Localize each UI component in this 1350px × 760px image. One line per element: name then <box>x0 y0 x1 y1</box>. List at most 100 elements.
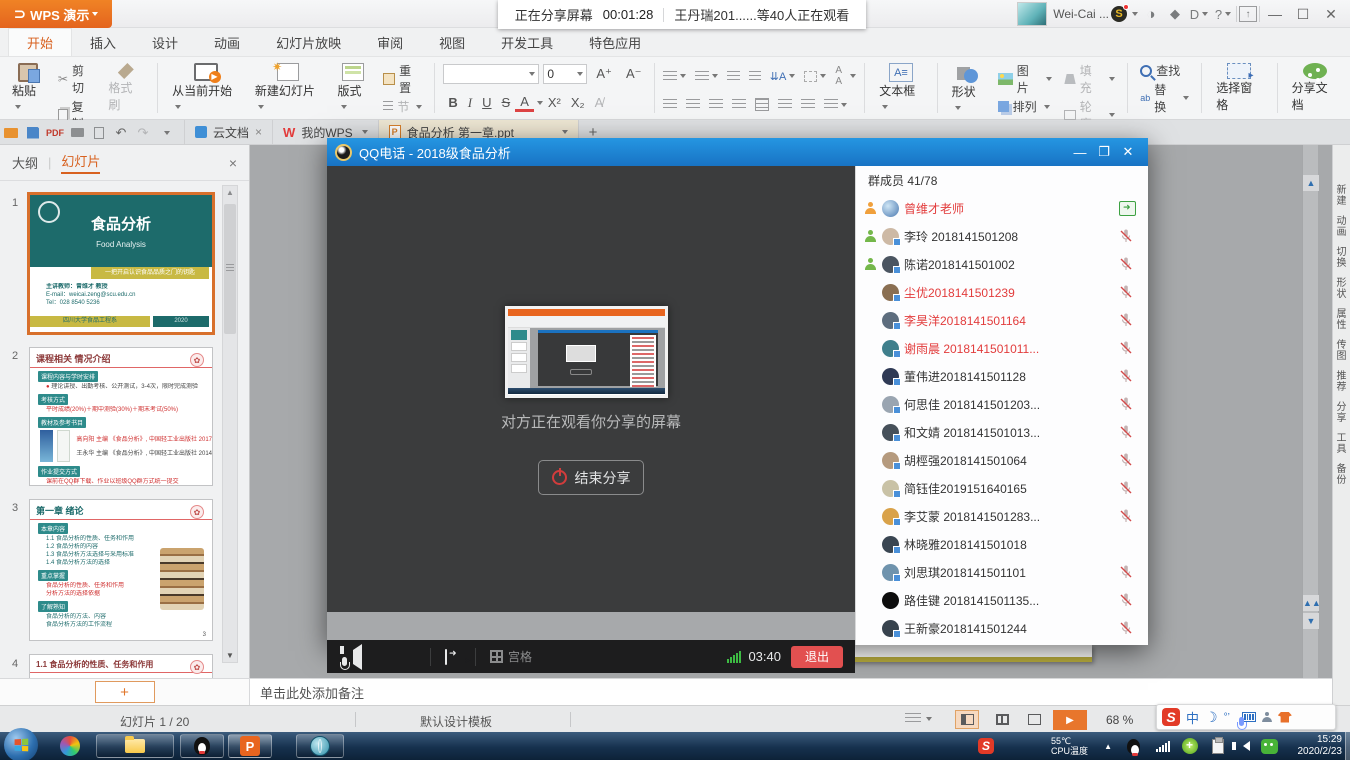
subscript-button[interactable]: X₂ <box>566 95 590 110</box>
tray-clipboard-icon[interactable] <box>1212 732 1224 760</box>
user-menu-caret[interactable] <box>1132 12 1138 16</box>
sidebar-item-recommend[interactable]: 推荐 <box>1335 371 1349 393</box>
next-slide-icon[interactable]: ▼ <box>1303 613 1319 629</box>
muted-mic-icon[interactable] <box>1118 508 1134 524</box>
maximize-button[interactable]: ☐ <box>1290 4 1316 24</box>
print-preview-icon[interactable] <box>88 120 110 145</box>
grid-view-button[interactable]: 宫格 <box>490 648 532 665</box>
sidebar-item-shape[interactable]: 形状 <box>1335 278 1349 300</box>
upload-icon[interactable]: ↑ <box>1239 6 1257 22</box>
normal-view-button[interactable] <box>955 710 979 729</box>
shrink-font-button[interactable]: A⁻ <box>621 66 647 82</box>
tray-network-icon[interactable] <box>1156 732 1170 760</box>
taskbar-qq[interactable] <box>180 734 224 758</box>
muted-mic-icon[interactable] <box>1118 452 1134 468</box>
member-diamond-icon[interactable]: ◆ <box>1164 4 1186 24</box>
member-row[interactable]: 路佳键 2018141501135... <box>856 586 1148 614</box>
font-size-combo[interactable]: 0 <box>543 64 587 84</box>
tray-volume-icon[interactable] <box>1243 732 1250 760</box>
tray-wechat-icon[interactable] <box>1261 732 1278 760</box>
start-button[interactable] <box>4 728 38 760</box>
member-row[interactable]: 李昊洋2018141501164 <box>856 306 1148 334</box>
prev-slide-icon[interactable]: ▲▲ <box>1303 595 1319 611</box>
muted-mic-icon[interactable] <box>1118 564 1134 580</box>
tray-expand-icon[interactable]: ▲ <box>1104 732 1112 760</box>
panel-close-icon[interactable]: × <box>229 155 237 171</box>
increase-indent-button[interactable] <box>749 71 761 82</box>
qq-minimize-button[interactable]: — <box>1068 143 1092 161</box>
close-tab-icon[interactable]: × <box>255 125 262 139</box>
end-share-button[interactable]: 结束分享 <box>538 460 644 495</box>
clear-format-button[interactable]: A̸ <box>590 95 609 110</box>
cut-button[interactable]: ✂剪切 <box>54 61 99 97</box>
undo-icon[interactable]: ↶ <box>110 120 132 145</box>
redo-icon[interactable]: ↷ <box>132 120 154 145</box>
member-row[interactable]: 王新豪2018141501244 <box>856 614 1148 642</box>
taskbar-globe-app[interactable] <box>296 734 344 758</box>
show-desktop-button[interactable] <box>1345 732 1350 760</box>
save-icon[interactable] <box>22 120 44 145</box>
close-button[interactable]: ✕ <box>1318 4 1344 24</box>
taskbar-explorer[interactable] <box>96 734 174 758</box>
share-doc-button[interactable]: 分享文档 <box>1286 61 1344 115</box>
sidebar-item-transition[interactable]: 切换 <box>1335 247 1349 269</box>
print-icon[interactable] <box>66 120 88 145</box>
member-row[interactable]: 和文婧 2018141501013... <box>856 418 1148 446</box>
scroll-up-icon[interactable]: ▲ <box>223 188 237 197</box>
slide-thumbnail-3[interactable]: 第一章 绪论✿ 本章内容 1.1 食品分析的性质、任务和作用 1.2 食品分析的… <box>30 500 212 640</box>
zoom-level[interactable]: 68 % <box>1106 713 1133 727</box>
char-scale-button[interactable]: A A <box>835 65 856 87</box>
sidebar-item-animation[interactable]: 动画 <box>1335 216 1349 238</box>
align-center-button[interactable] <box>686 99 700 110</box>
sidebar-item-properties[interactable]: 属性 <box>1335 309 1349 331</box>
new-slide-button[interactable]: ✷ 新建幻灯片 <box>249 61 328 115</box>
sidebar-item-new[interactable]: 新建 <box>1335 185 1349 207</box>
member-row[interactable]: 何思佳 2018141501203... <box>856 390 1148 418</box>
muted-mic-icon[interactable] <box>1118 368 1134 384</box>
slide-sorter-button[interactable] <box>990 710 1014 729</box>
align-right-button[interactable] <box>709 99 723 110</box>
sogou-logo-icon[interactable]: S <box>1162 708 1180 726</box>
sidebar-item-backup[interactable]: 备份 <box>1335 464 1349 486</box>
textbox-button[interactable]: A≡ 文本框 <box>873 61 928 115</box>
quickbar-caret[interactable] <box>154 120 176 145</box>
taskbar-clock[interactable]: 15:29 2020/2/23 <box>1298 732 1343 760</box>
member-row[interactable]: 林晓雅2018141501018 <box>856 530 1148 558</box>
member-s-badge[interactable]: S <box>1111 6 1127 22</box>
tab-design[interactable]: 设计 <box>134 28 196 56</box>
text-direction-button[interactable]: ⇊A <box>770 70 796 83</box>
member-row[interactable]: 李艾蒙 2018141501283... <box>856 502 1148 530</box>
member-row[interactable]: 简钰佳2019151640165 <box>856 474 1148 502</box>
tab-home[interactable]: 开始 <box>8 28 72 56</box>
muted-mic-icon[interactable] <box>1118 592 1134 608</box>
panel-scrollbar[interactable]: ▲ ▼ <box>222 185 238 663</box>
qq-close-button[interactable]: ✕ <box>1116 143 1140 161</box>
muted-mic-icon[interactable] <box>1118 480 1134 496</box>
hotspot-icon[interactable]: ◑ <box>1140 4 1162 24</box>
muted-mic-icon[interactable] <box>1118 424 1134 440</box>
member-row[interactable]: 谢雨晨 2018141501011... <box>856 334 1148 362</box>
tray-sogou-icon[interactable]: S <box>978 732 994 760</box>
member-row[interactable]: 刘思琪2018141501101 <box>856 558 1148 586</box>
minimize-button[interactable]: — <box>1262 4 1288 24</box>
justify-button[interactable] <box>732 99 746 110</box>
play-slideshow-button[interactable]: ▶ <box>1053 710 1087 730</box>
slide-thumbnail-4[interactable]: 1.1 食品分析的性质、任务和作用✿ <box>30 655 212 678</box>
shapes-button[interactable]: 形状 <box>946 61 990 115</box>
user-name[interactable]: Wei-Cai ... <box>1053 7 1109 21</box>
sidebar-item-image[interactable]: 传图 <box>1335 340 1349 362</box>
moon-icon[interactable]: ☽ <box>1205 709 1218 726</box>
tray-antivirus-icon[interactable] <box>1182 732 1198 760</box>
replace-button[interactable]: ab替换 <box>1136 80 1193 116</box>
keyboard-icon[interactable] <box>1242 712 1256 722</box>
text-frame-button[interactable] <box>804 71 826 82</box>
help-icon[interactable]: ? <box>1212 4 1234 24</box>
taskbar-wps[interactable]: P <box>228 734 272 758</box>
add-slide-button[interactable]: + <box>95 681 155 703</box>
grow-font-button[interactable]: A⁺ <box>591 66 617 82</box>
muted-mic-icon[interactable] <box>1118 312 1134 328</box>
notes-toggle-button[interactable] <box>905 713 932 724</box>
tab-caret[interactable] <box>362 130 368 134</box>
fill-button[interactable]: 填充 <box>1060 61 1119 97</box>
paste-button[interactable]: 粘贴 <box>6 61 50 115</box>
